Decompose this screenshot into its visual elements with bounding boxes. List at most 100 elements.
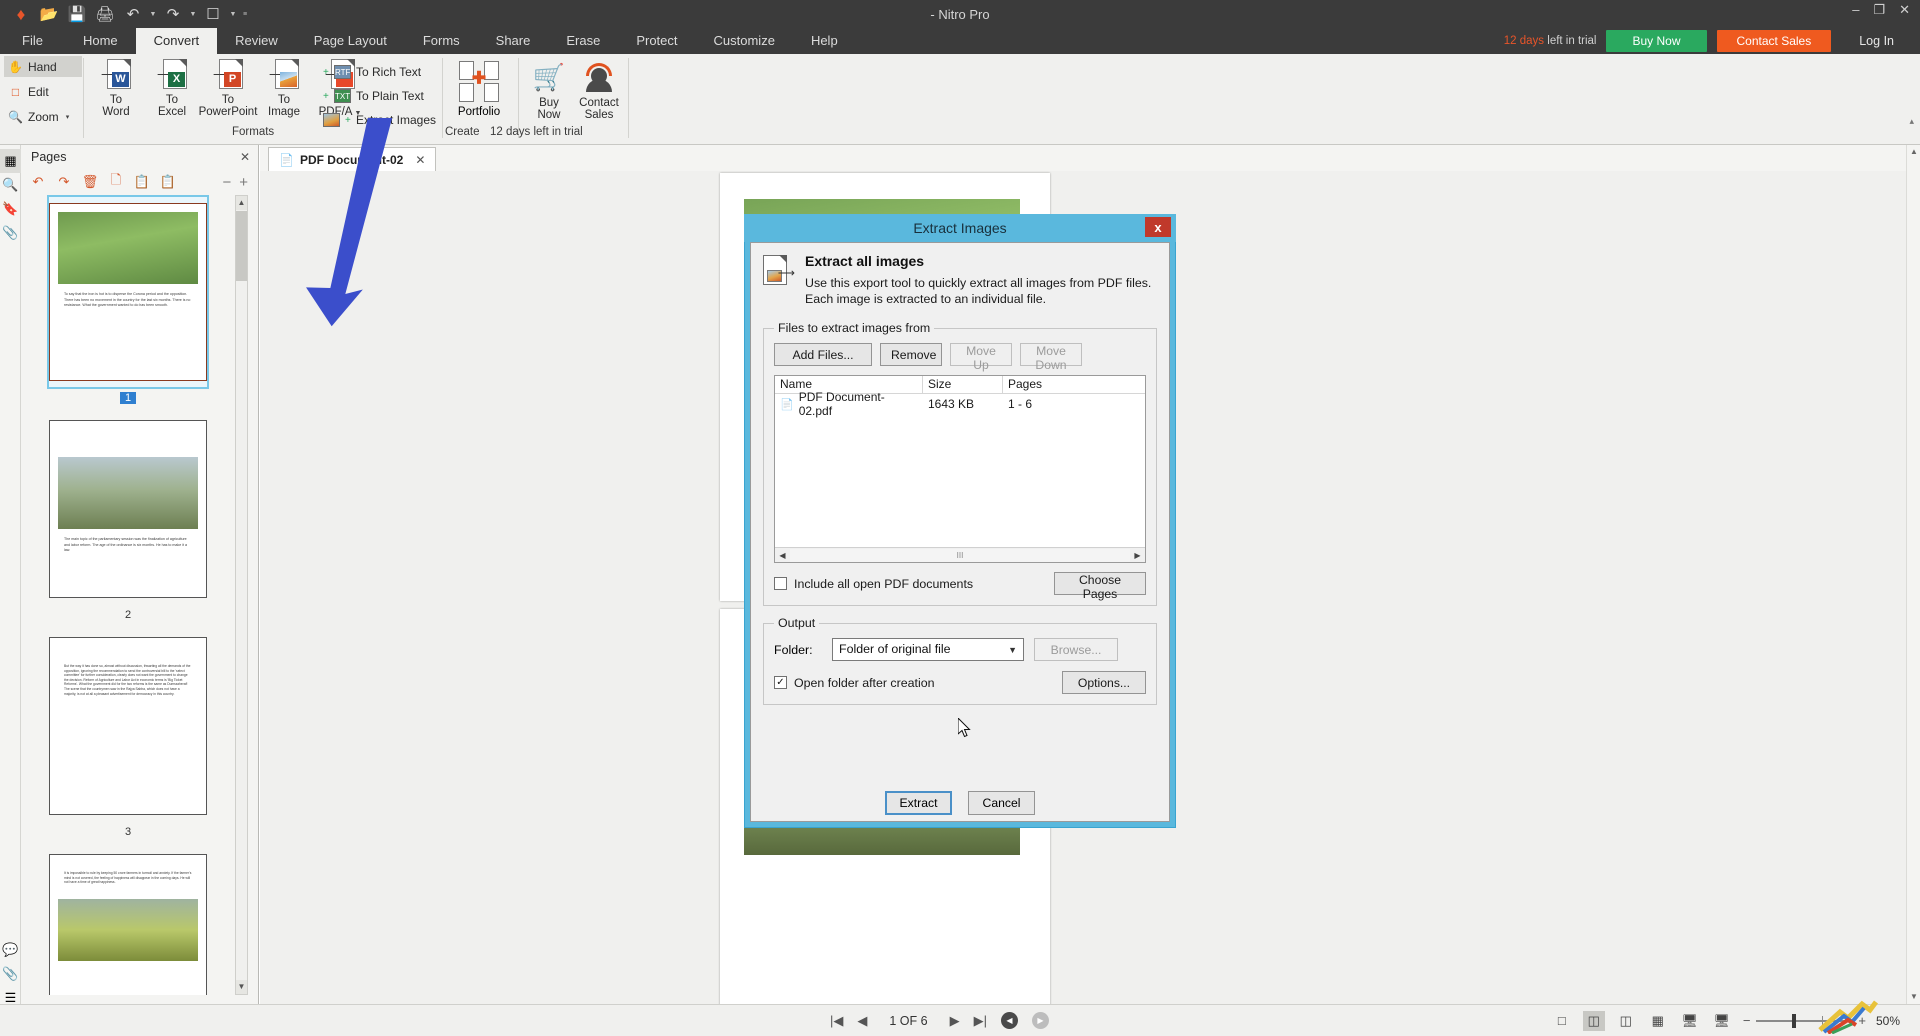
page-thumbnails-list[interactable]: To say that the iron is hot is to disper… [21, 195, 235, 995]
page-thumbnail-1[interactable]: To say that the iron is hot is to disper… [21, 195, 235, 404]
nitro-logo-icon[interactable]: ♦ [8, 2, 34, 26]
remove-button[interactable]: Remove [880, 343, 942, 366]
to-rich-text-button[interactable]: + RTF To Rich Text [320, 61, 442, 83]
scroll-up-icon[interactable]: ▲ [1907, 145, 1920, 159]
rotate-right-icon[interactable]: ↷ [53, 172, 75, 192]
more-commands-icon[interactable]: ≡ [240, 11, 250, 18]
close-icon[interactable]: ✕ [415, 153, 425, 167]
two-page-icon[interactable]: ◫ [1615, 1011, 1637, 1031]
tab-help[interactable]: Help [793, 28, 856, 54]
document-vertical-scrollbar[interactable]: ▲ ▼ [1906, 145, 1920, 1004]
scrollbar-thumb[interactable]: III [790, 549, 1130, 562]
move-down-button[interactable]: Move Down [1020, 343, 1082, 366]
chevron-down-icon[interactable]: ▼ [1008, 645, 1017, 655]
browse-button[interactable]: Browse... [1034, 638, 1118, 661]
undo-icon[interactable]: ↶ [120, 2, 146, 26]
fit-page-icon[interactable]: 🖥 [1679, 1011, 1701, 1031]
buy-now-button[interactable]: Buy Now [1606, 30, 1706, 52]
tab-share[interactable]: Share [478, 28, 549, 54]
hand-tool-button[interactable]: ✋ Hand [4, 56, 82, 77]
attachments-icon[interactable]: 📎 [0, 221, 21, 245]
scroll-left-icon[interactable]: ◀ [775, 551, 790, 560]
close-icon[interactable]: ✕ [1899, 3, 1910, 17]
to-word-button[interactable]: ⟶W To Word [88, 56, 144, 120]
search-document-icon[interactable]: 🔍 [0, 173, 21, 197]
to-image-button[interactable]: ⟶ To Image [256, 56, 312, 120]
zoom-tool-button[interactable]: 🔍 Zoom ▾ [4, 106, 82, 127]
pages-panel-icon[interactable]: ▦ [0, 149, 21, 173]
ribbon-contact-sales-button[interactable]: Contact Sales [574, 60, 624, 121]
collapse-ribbon-icon[interactable]: ▴ [1909, 116, 1914, 127]
tab-page-layout[interactable]: Page Layout [296, 28, 405, 54]
pages-zoom-out-icon[interactable]: − [222, 174, 231, 191]
navigate-back-icon[interactable]: ◀ [1001, 1012, 1018, 1029]
redo-dropdown-caret-icon[interactable]: ▼ [188, 11, 198, 18]
delete-page-icon[interactable]: 🗑 [79, 172, 101, 192]
next-page-icon[interactable]: ▶ [950, 1013, 960, 1029]
choose-pages-button[interactable]: Choose Pages [1054, 572, 1146, 595]
continuous-page-icon[interactable]: ◫ [1583, 1011, 1605, 1031]
folder-select[interactable]: Folder of original file ▼ [832, 638, 1024, 661]
to-excel-button[interactable]: ⟶X To Excel [144, 56, 200, 120]
zoom-slider-knob[interactable] [1792, 1014, 1796, 1028]
cancel-button[interactable]: Cancel [968, 791, 1035, 815]
single-page-icon[interactable]: □ [1551, 1011, 1573, 1031]
last-page-icon[interactable]: ▶| [974, 1013, 987, 1029]
previous-page-icon[interactable]: ◀ [857, 1013, 867, 1029]
minimize-icon[interactable]: – [1852, 3, 1859, 17]
first-page-icon[interactable]: |◀ [830, 1013, 843, 1029]
open-folder-icon[interactable]: 📂 [36, 2, 62, 26]
dialog-close-icon[interactable]: x [1145, 217, 1171, 237]
tab-erase[interactable]: Erase [548, 28, 618, 54]
insert-page-icon[interactable]: 🗋 [105, 172, 127, 192]
pages-zoom-in-icon[interactable]: + [239, 174, 248, 191]
tab-protect[interactable]: Protect [618, 28, 695, 54]
edit-tool-button[interactable]: □ Edit [4, 81, 82, 102]
print-icon[interactable]: 🖨 [92, 2, 118, 26]
redo-icon[interactable]: ↷ [160, 2, 186, 26]
checkbox-box[interactable]: ✓ [774, 676, 787, 689]
portfolio-button[interactable]: ✚ Portfolio [448, 60, 510, 118]
bookmarks-icon[interactable]: 🔖 [0, 197, 21, 221]
tab-file[interactable]: File [0, 28, 65, 54]
add-files-button[interactable]: Add Files... [774, 343, 872, 366]
page-thumbnail-4[interactable]: It is impossible to rule by keeping 50 c… [21, 846, 235, 995]
navigate-forward-icon[interactable]: ▶ [1032, 1012, 1049, 1029]
rotate-left-icon[interactable]: ↶ [27, 172, 49, 192]
open-folder-checkbox[interactable]: ✓ Open folder after creation [774, 676, 935, 690]
pages-panel-vertical-scrollbar[interactable]: ▲ ▼ [235, 195, 248, 995]
tab-home[interactable]: Home [65, 28, 136, 54]
contact-sales-button[interactable]: Contact Sales [1717, 30, 1832, 52]
file-list-horizontal-scrollbar[interactable]: ◀ III ▶ [775, 547, 1145, 562]
page-thumbnail-2[interactable]: The main topic of the parliamentary sess… [21, 412, 235, 621]
zoom-out-icon[interactable]: − [1743, 1013, 1751, 1028]
select-dropdown-caret-icon[interactable]: ▼ [228, 11, 238, 18]
fit-width-icon[interactable]: 🖥 [1711, 1011, 1733, 1031]
grid-page-icon[interactable]: ▦ [1647, 1011, 1669, 1031]
move-up-button[interactable]: Move Up [950, 343, 1012, 366]
to-plain-text-button[interactable]: + TXT To Plain Text [320, 85, 442, 107]
scroll-right-icon[interactable]: ▶ [1130, 551, 1145, 560]
options-button[interactable]: Options... [1062, 671, 1146, 694]
extract-button[interactable]: Extract [885, 791, 952, 815]
tab-forms[interactable]: Forms [405, 28, 478, 54]
tab-customize[interactable]: Customize [696, 28, 793, 54]
save-icon[interactable]: 💾 [64, 2, 90, 26]
checkbox-box[interactable] [774, 577, 787, 590]
tab-convert[interactable]: Convert [136, 28, 218, 54]
page-thumbnail-3[interactable]: But the way it has done so, almost witho… [21, 629, 235, 838]
file-list-table[interactable]: Name Size Pages 📄 PDF Document-02.pdf 16… [774, 375, 1146, 563]
include-all-checkbox[interactable]: Include all open PDF documents [774, 577, 973, 591]
restore-icon[interactable]: ❐ [1873, 3, 1885, 17]
scroll-down-icon[interactable]: ▼ [1907, 990, 1920, 1004]
zoom-level[interactable]: 50% [1876, 1014, 1910, 1028]
ribbon-buy-now-button[interactable]: 🛒 Buy Now [524, 60, 574, 121]
paperclip-icon[interactable]: 📎 [0, 962, 21, 986]
log-in-button[interactable]: Log In [1841, 34, 1908, 48]
select-tool-icon[interactable]: ☐ [200, 2, 226, 26]
extract-page-icon[interactable]: 📋 [131, 172, 153, 192]
undo-dropdown-caret-icon[interactable]: ▼ [148, 11, 158, 18]
scrollbar-thumb[interactable] [236, 211, 247, 281]
table-row[interactable]: 📄 PDF Document-02.pdf 1643 KB 1 - 6 [775, 394, 1145, 414]
document-tab[interactable]: 📄 PDF Document-02 ✕ [268, 147, 436, 171]
